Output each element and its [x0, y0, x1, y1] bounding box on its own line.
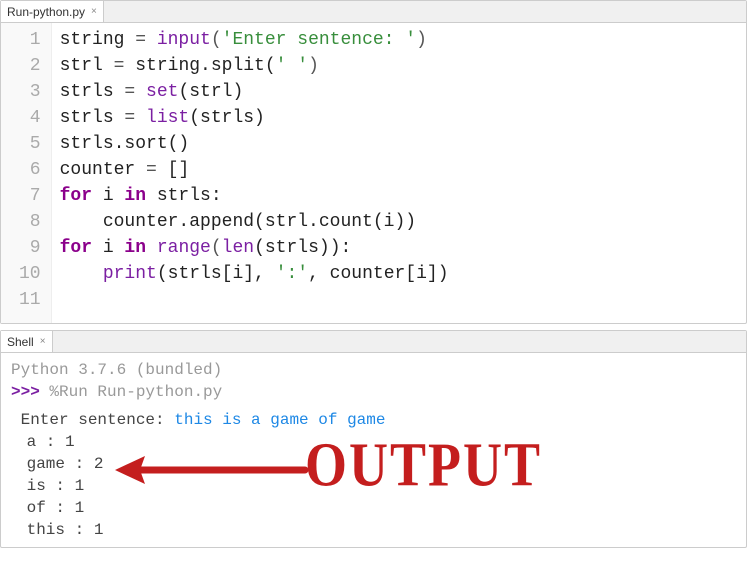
code-line[interactable]: strls.sort() [60, 131, 738, 157]
line-number: 9 [19, 235, 41, 261]
code-line[interactable]: for i in strls: [60, 183, 738, 209]
shell-tab-bar: Shell × [1, 331, 746, 353]
editor-tab-title: Run-python.py [7, 5, 85, 19]
code-editor[interactable]: 1234567891011 string = input('Enter sent… [1, 23, 746, 323]
line-number: 5 [19, 131, 41, 157]
code-line[interactable]: counter = [] [60, 157, 738, 183]
line-number: 10 [19, 261, 41, 287]
line-gutter: 1234567891011 [1, 23, 52, 323]
line-number: 6 [19, 157, 41, 183]
editor-panel: Run-python.py × 1234567891011 string = i… [0, 0, 747, 324]
arrow-icon [110, 450, 310, 490]
close-icon[interactable]: × [91, 6, 97, 17]
shell-tab[interactable]: Shell × [1, 331, 53, 352]
shell-line: Python 3.7.6 (bundled) [11, 359, 736, 381]
line-number: 3 [19, 79, 41, 105]
line-number: 11 [19, 287, 41, 313]
code-area[interactable]: string = input('Enter sentence: ')strl =… [52, 23, 746, 323]
code-line[interactable]: strls = set(strl) [60, 79, 738, 105]
line-number: 4 [19, 105, 41, 131]
editor-tab[interactable]: Run-python.py × [1, 1, 104, 22]
code-line[interactable]: print(strls[i], ':', counter[i]) [60, 261, 738, 287]
shell-tab-title: Shell [7, 335, 34, 349]
shell-line: Enter sentence: this is a game of game [11, 409, 736, 431]
code-line[interactable]: string = input('Enter sentence: ') [60, 27, 738, 53]
code-line[interactable]: strls = list(strls) [60, 105, 738, 131]
line-number: 7 [19, 183, 41, 209]
shell-line: >>> %Run Run-python.py [11, 381, 736, 403]
code-line[interactable]: for i in range(len(strls)): [60, 235, 738, 261]
line-number: 8 [19, 209, 41, 235]
line-number: 2 [19, 53, 41, 79]
code-line[interactable]: counter.append(strl.count(i)) [60, 209, 738, 235]
code-line[interactable] [60, 287, 738, 313]
shell-line: this : 1 [11, 519, 736, 541]
handwritten-annotation: OUTPUT [305, 429, 542, 500]
close-icon[interactable]: × [40, 336, 46, 347]
code-line[interactable]: strl = string.split(' ') [60, 53, 738, 79]
line-number: 1 [19, 27, 41, 53]
editor-tab-bar: Run-python.py × [1, 1, 746, 23]
